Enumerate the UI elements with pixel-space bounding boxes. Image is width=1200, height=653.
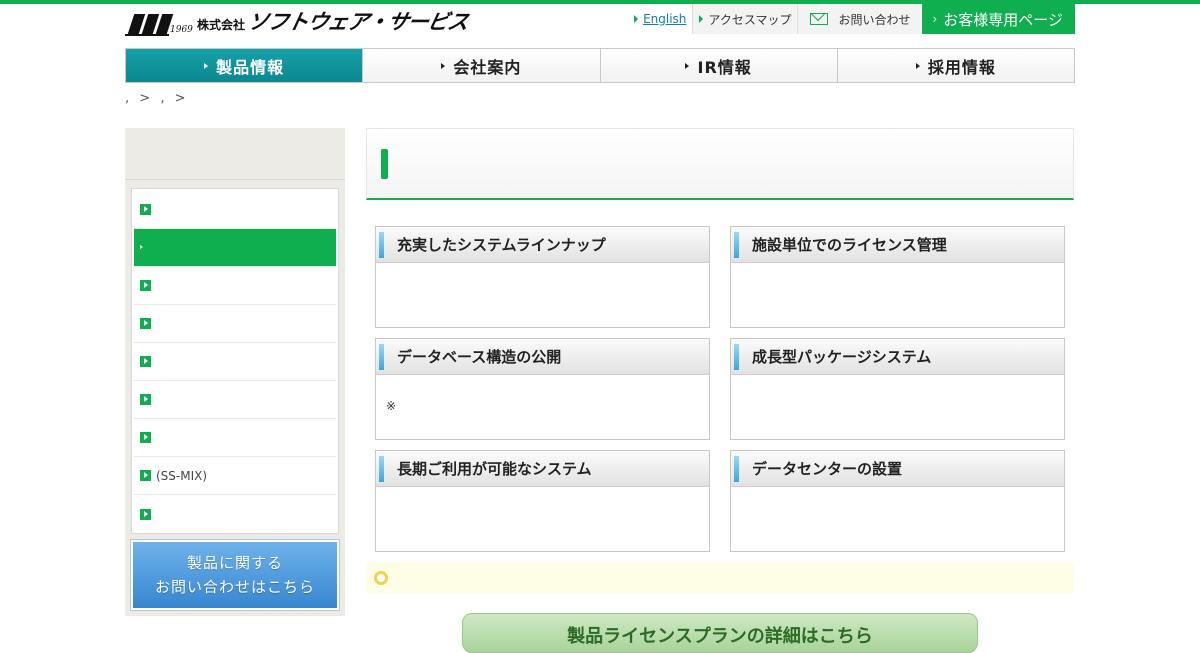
nav-label: 製品情報 — [216, 57, 285, 77]
feature-title: 成長型パッケージシステム — [731, 339, 1064, 375]
sidebar-item[interactable] — [134, 495, 336, 533]
feature-title: 充実したシステムラインナップ — [376, 227, 709, 263]
logo-mark: 1969 — [125, 12, 193, 36]
nav-recruit[interactable]: 採用情報 — [836, 49, 1074, 82]
nav-company[interactable]: 会社案内 — [362, 49, 600, 82]
feature-title: 長期ご利用が可能なシステム — [376, 451, 709, 487]
feature-box: 長期ご利用が可能なシステム — [375, 450, 710, 552]
breadcrumb-products-link[interactable]: , — [160, 91, 164, 106]
feature-body — [731, 375, 1064, 399]
sidebar-item[interactable] — [134, 305, 336, 343]
sidebar: (SS-MIX) 製品に関する お問い合わせはこちら — [125, 128, 345, 616]
contact-link[interactable]: お問い合わせ — [797, 4, 923, 34]
feature-box: データベース構造の公開 ※ — [375, 338, 710, 440]
feature-box: データセンターの設置 — [730, 450, 1065, 552]
arrow-box-icon — [140, 318, 151, 329]
feature-title: データセンターの設置 — [731, 451, 1064, 487]
circle-bullet-icon — [374, 571, 388, 585]
triangle-icon — [915, 62, 920, 69]
logo-year: 1969 — [170, 25, 193, 35]
feature-box: 成長型パッケージシステム — [730, 338, 1065, 440]
customer-page-button[interactable]: › お客様専用ページ — [922, 4, 1075, 34]
sidebar-item[interactable] — [134, 191, 336, 229]
arrow-box-icon — [140, 356, 151, 367]
header-links: English アクセスマップ お問い合わせ › お客様専用ページ — [628, 4, 1075, 34]
access-map-link[interactable]: アクセスマップ — [692, 4, 798, 34]
sidebar-header — [125, 128, 345, 180]
arrow-box-icon — [140, 508, 151, 520]
contact-button-line2: お問い合わせはこちら — [154, 578, 315, 596]
page-title — [366, 128, 1074, 200]
arrow-box-icon — [140, 432, 151, 443]
title-marker — [381, 149, 388, 179]
english-link[interactable]: English — [628, 4, 692, 34]
access-map-label: アクセスマップ — [708, 12, 792, 27]
note-banner — [366, 562, 1074, 593]
feature-box: 施設単位でのライセンス管理 — [730, 226, 1065, 328]
feature-body: ※ — [386, 399, 397, 413]
contact-label: お問い合わせ — [838, 12, 911, 27]
nav-label: 採用情報 — [927, 57, 996, 77]
feature-body — [731, 263, 1064, 287]
nav-products[interactable]: 製品情報 — [126, 49, 363, 82]
breadcrumb-home-link[interactable]: , — [125, 91, 129, 106]
triangle-icon — [441, 62, 446, 69]
triangle-icon — [204, 62, 209, 69]
breadcrumb-separator: > — [139, 91, 151, 106]
arrow-box-icon — [140, 394, 151, 405]
triangle-icon — [634, 15, 639, 23]
breadcrumb: , > , > — [125, 91, 192, 106]
contact-button-line1: 製品に関する — [186, 554, 283, 572]
sidebar-menu: (SS-MIX) — [131, 188, 339, 534]
feature-body — [376, 487, 709, 511]
sidebar-item-ss-mix[interactable]: (SS-MIX) — [134, 457, 336, 495]
sidebar-item[interactable] — [134, 343, 336, 381]
global-nav: 製品情報 会社案内 IR情報 採用情報 — [125, 48, 1075, 83]
nav-label: 会社案内 — [453, 57, 522, 77]
feature-body — [731, 487, 1064, 511]
sidebar-item-label: (SS-MIX) — [156, 468, 208, 483]
logo-name: ソフトウェア・サービス — [245, 10, 471, 34]
nav-label: IR情報 — [697, 57, 752, 77]
triangle-icon — [699, 15, 704, 23]
arrow-icon — [140, 242, 146, 253]
feature-title: データベース構造の公開 — [376, 339, 709, 375]
license-plan-button[interactable]: 製品ライセンスプランの詳細はこちら — [462, 613, 978, 653]
breadcrumb-separator: > — [174, 91, 186, 106]
sidebar-item[interactable] — [134, 419, 336, 457]
customer-page-label: お客様専用ページ — [943, 10, 1063, 29]
mail-icon — [810, 13, 829, 25]
arrow-box-icon — [140, 470, 151, 481]
triangle-icon — [685, 62, 690, 69]
arrow-box-icon — [140, 204, 151, 215]
nav-ir[interactable]: IR情報 — [599, 49, 837, 82]
logo-kabushiki: 株式会社 — [197, 18, 246, 32]
english-label: English — [643, 12, 687, 26]
arrow-box-icon — [140, 280, 151, 291]
feature-title: 施設単位でのライセンス管理 — [731, 227, 1064, 263]
sidebar-item[interactable] — [134, 381, 336, 419]
feature-body — [376, 263, 709, 287]
product-contact-button[interactable]: 製品に関する お問い合わせはこちら — [130, 539, 340, 611]
sidebar-item-active[interactable] — [134, 229, 336, 267]
feature-box: 充実したシステムラインナップ — [375, 226, 710, 328]
chevron-right-icon: › — [932, 12, 938, 26]
company-logo[interactable]: 1969 株式会社 ソフトウェア・サービス — [125, 10, 470, 36]
sidebar-item[interactable] — [134, 267, 336, 305]
